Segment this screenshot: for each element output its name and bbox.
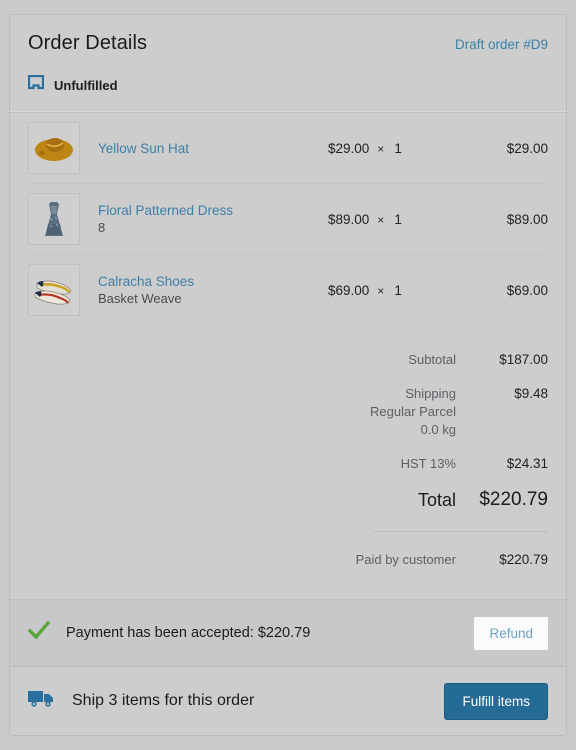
fulfillment-footer: Ship 3 items for this order Fulfill item… — [10, 667, 566, 735]
paid-value: $220.79 — [499, 552, 548, 567]
subtotal-value: $187.00 — [499, 352, 548, 367]
line-item-price: $89.00 × 1 — [328, 212, 402, 227]
shipping-label: Shipping — [405, 386, 456, 401]
shipping-label-group: Shipping Regular Parcel 0.0 kg — [370, 385, 456, 439]
unit-price: $89.00 — [328, 211, 370, 227]
line-item-total: $89.00 — [506, 211, 548, 227]
tax-label: HST 13% — [400, 456, 456, 471]
tax-row: HST 13% $24.31 — [28, 455, 548, 473]
line-item-info: Floral Patterned Dress 8 — [98, 202, 548, 236]
unfulfilled-box-icon — [27, 74, 45, 96]
list-item[interactable]: Yellow Sun Hat — [98, 140, 548, 157]
subtotal-row: Subtotal $187.00 — [28, 351, 548, 369]
paid-label: Paid by customer — [355, 552, 456, 567]
order-totals: Subtotal $187.00 Shipping Regular Parcel… — [10, 325, 566, 569]
table-row: Yellow Sun Hat $29.00 × 1 $29.00 — [28, 113, 548, 184]
tax-value: $24.31 — [506, 456, 548, 471]
shipping-row: Shipping Regular Parcel 0.0 kg $9.48 — [28, 385, 548, 439]
fulfill-items-button[interactable]: Fulfill items — [444, 682, 548, 720]
list-item[interactable]: Floral Patterned Dress — [98, 202, 548, 219]
grand-total-row: Total $220.79 — [28, 489, 548, 511]
line-item-info: Yellow Sun Hat — [98, 140, 548, 157]
fulfillment-message: Ship 3 items for this order — [72, 692, 255, 709]
order-details-card: Order Details Draft order #D9 Unfulfille… — [9, 14, 567, 736]
fulfillment-status: Unfulfilled — [27, 74, 118, 96]
multiply-symbol: × — [377, 283, 385, 298]
line-item-variant: Basket Weave — [98, 291, 182, 306]
table-row: Floral Patterned Dress 8 $89.00 × 1 $89.00 — [28, 184, 548, 255]
card-header: Order Details Draft order #D9 Unfulfille… — [10, 15, 566, 111]
line-items-list: Yellow Sun Hat $29.00 × 1 $29.00 Floral Pa… — [10, 113, 566, 325]
subtotal-label: Subtotal — [408, 352, 456, 367]
total-value: $220.79 — [479, 489, 548, 510]
refund-button[interactable]: Refund — [474, 616, 548, 650]
fulfillment-status-label: Unfulfilled — [54, 78, 118, 93]
list-item[interactable]: Calracha Shoes — [98, 273, 548, 290]
line-item-variant: 8 — [98, 220, 106, 235]
multiply-symbol: × — [377, 141, 385, 156]
draft-order-link[interactable]: Draft order #D9 — [455, 37, 548, 52]
truck-icon — [28, 689, 56, 714]
yellow-sun-hat-thumbnail[interactable] — [28, 122, 80, 174]
quantity: 1 — [394, 282, 402, 298]
total-label: Total — [417, 490, 456, 510]
payment-status-bar: Payment has been accepted: $220.79 Refun… — [10, 599, 566, 667]
line-item-total: $29.00 — [506, 140, 548, 156]
shipping-value: $9.48 — [514, 386, 548, 401]
green-check-icon — [27, 620, 51, 646]
quantity: 1 — [394, 140, 402, 156]
line-item-total: $69.00 — [506, 282, 548, 298]
unit-price: $69.00 — [328, 282, 370, 298]
shipping-method: Regular Parcel — [370, 404, 456, 419]
page-title: Order Details — [28, 32, 148, 54]
line-item-price: $69.00 × 1 — [328, 283, 402, 298]
floral-patterned-dress-thumbnail[interactable] — [28, 193, 80, 245]
table-row: Calracha Shoes Basket Weave $69.00 × 1 $69… — [28, 255, 548, 325]
line-item-info: Calracha Shoes Basket Weave — [98, 273, 548, 307]
shipping-weight: 0.0 kg — [420, 422, 456, 437]
quantity: 1 — [394, 211, 402, 227]
line-item-price: $29.00 × 1 — [328, 141, 402, 156]
multiply-symbol: × — [377, 212, 385, 227]
paid-by-customer-row: Paid by customer $220.79 — [28, 551, 548, 569]
calracha-shoes-thumbnail[interactable] — [28, 264, 80, 316]
unit-price: $29.00 — [328, 140, 370, 156]
payment-status-message: Payment has been accepted: $220.79 — [66, 625, 311, 641]
totals-divider — [373, 531, 548, 532]
